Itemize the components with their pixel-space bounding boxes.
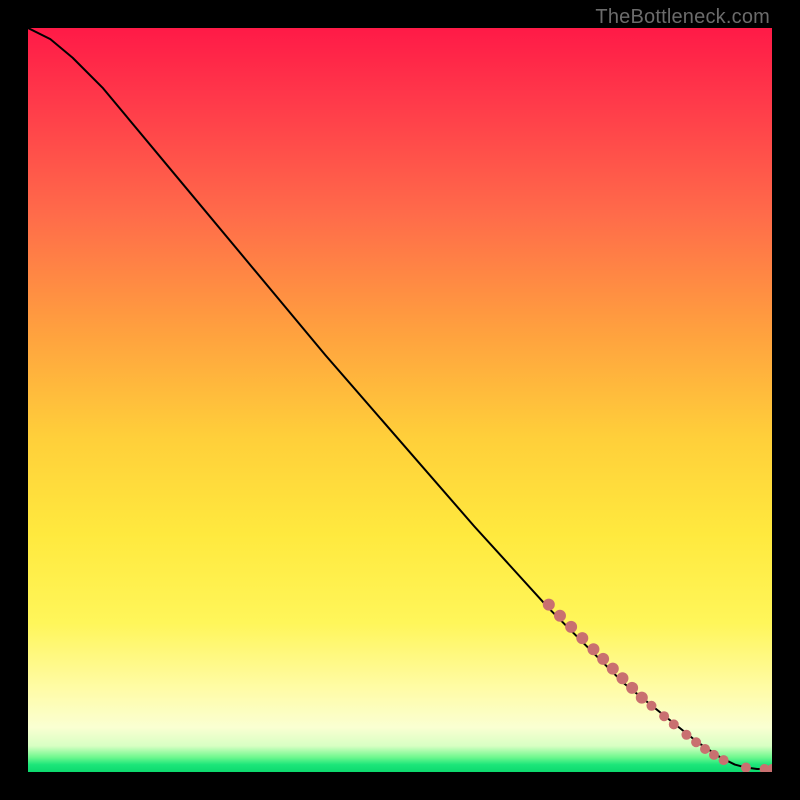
data-point — [636, 692, 648, 704]
data-point — [626, 682, 638, 694]
chart-svg — [28, 28, 772, 772]
data-point — [616, 672, 628, 684]
data-point — [669, 719, 679, 729]
data-point — [597, 653, 609, 665]
data-point — [719, 755, 729, 765]
branding-label: TheBottleneck.com — [595, 6, 770, 29]
plot-area — [28, 28, 772, 772]
data-point — [565, 621, 577, 633]
data-point — [587, 643, 599, 655]
curve-line — [28, 28, 772, 769]
data-point — [709, 750, 719, 760]
data-point — [700, 744, 710, 754]
data-point — [554, 610, 566, 622]
data-point — [659, 711, 669, 721]
data-point — [646, 701, 656, 711]
marker-layer — [543, 599, 772, 772]
chart-frame: TheBottleneck.com — [0, 0, 800, 800]
data-point — [543, 599, 555, 611]
data-point — [691, 737, 701, 747]
data-point — [741, 763, 751, 772]
data-point — [607, 663, 619, 675]
data-point — [681, 730, 691, 740]
data-point — [576, 632, 588, 644]
